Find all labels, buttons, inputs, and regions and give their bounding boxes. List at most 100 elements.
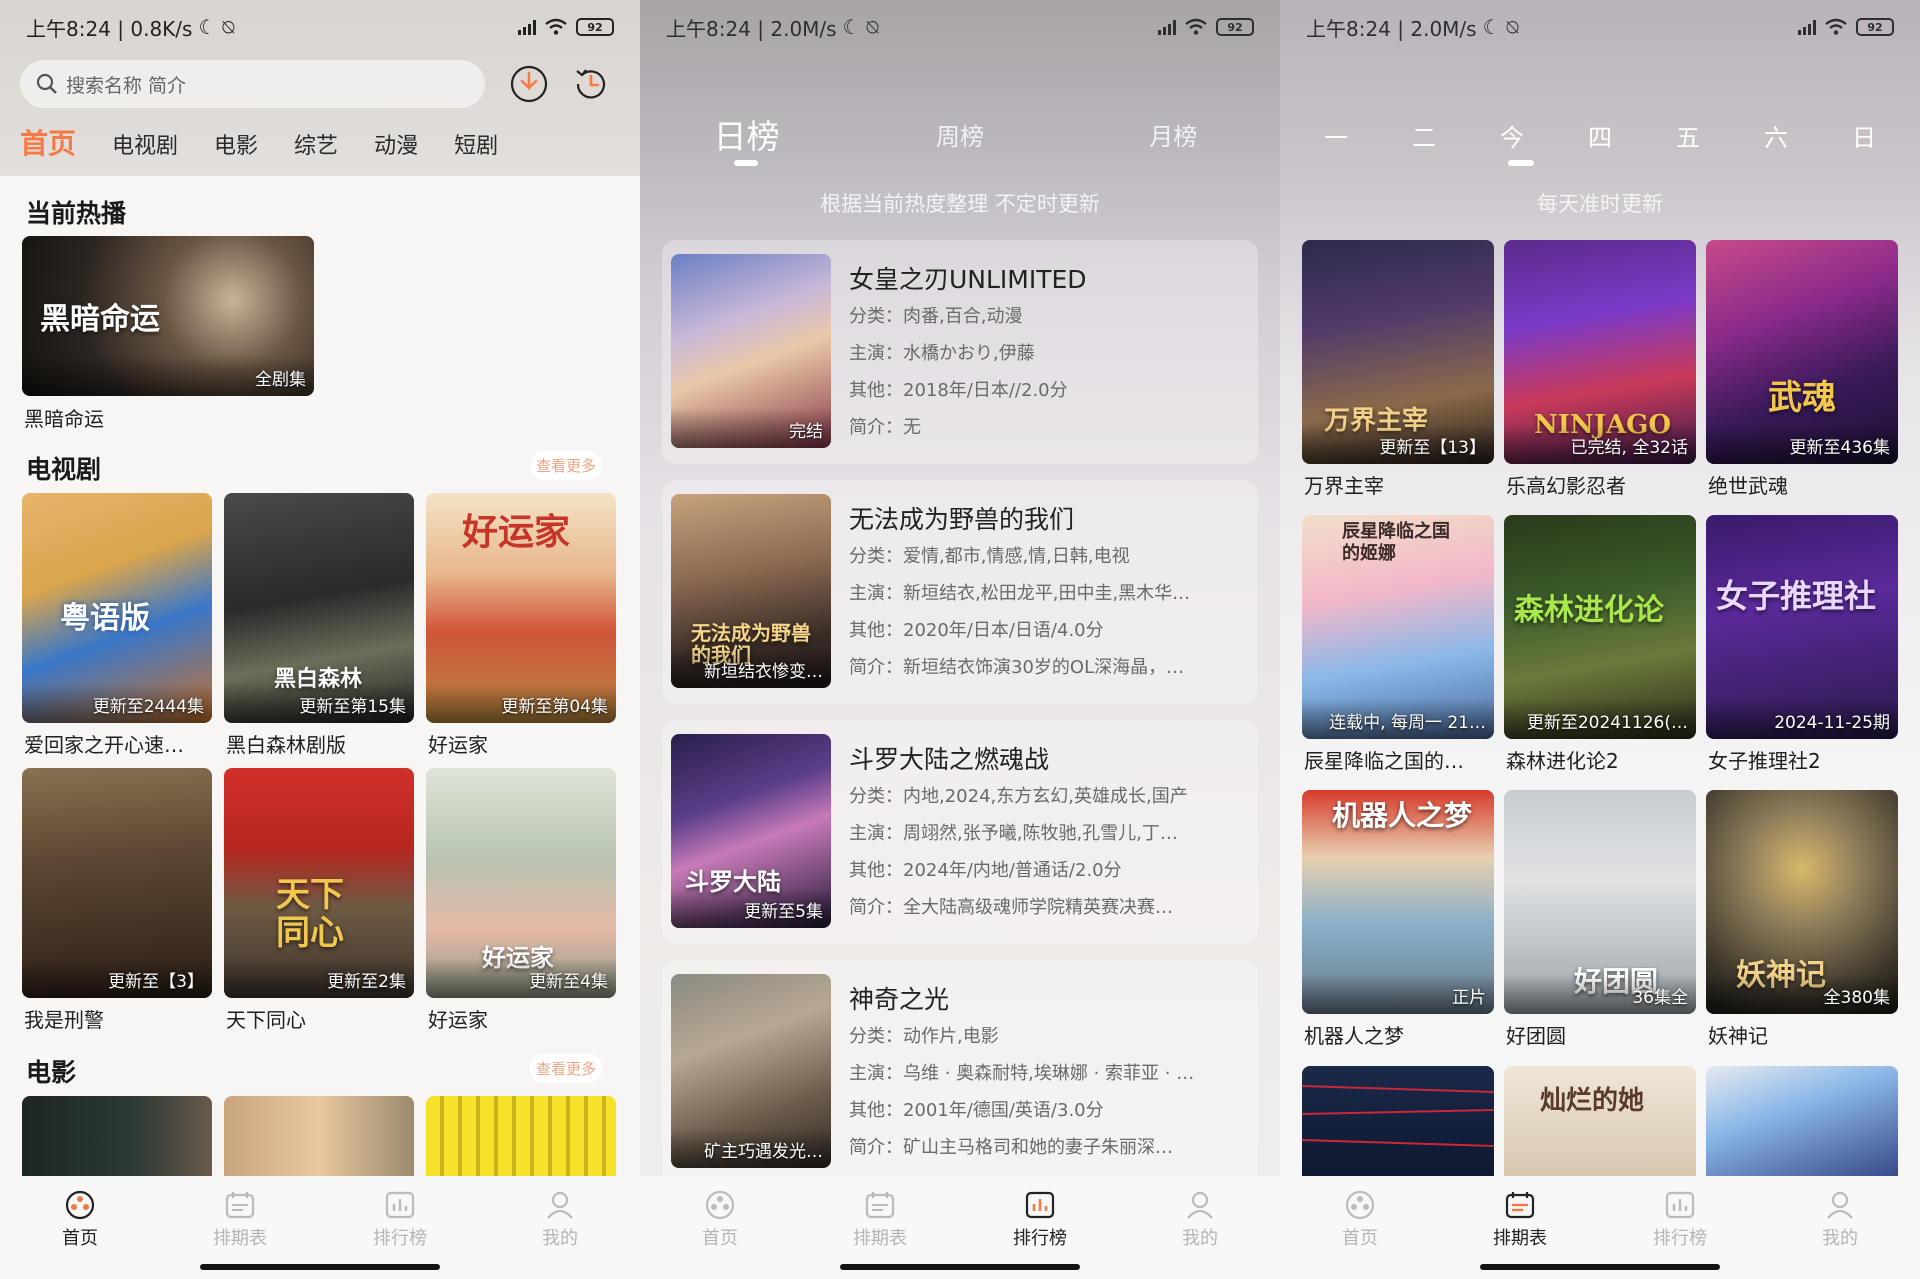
- tv-card[interactable]: 粤语版 更新至2444集 爱回家之开心速…: [22, 493, 212, 757]
- movie-section-title: 电影: [26, 1058, 77, 1087]
- card-cast: 主演：新垣结衣,松田龙平,田中圭,黑木华…: [849, 583, 1191, 604]
- signal-icon: [1158, 19, 1176, 35]
- status-badge: 更新至5集: [744, 902, 823, 922]
- schedule-card[interactable]: 好团圆 36集全 好团圆: [1504, 790, 1696, 1048]
- poster-title: 机器人之梦: [1332, 799, 1473, 832]
- card-category: 分类：动作片,电影: [849, 1026, 999, 1047]
- card-name: 黑白森林剧版: [226, 733, 346, 757]
- schedule-card[interactable]: NINJAGO 已完结, 全32话 乐高幻影忍者: [1504, 240, 1696, 498]
- schedule-poster[interactable]: [1706, 1066, 1898, 1176]
- schedule-card[interactable]: 机器人之梦 正片 机器人之梦: [1302, 790, 1494, 1048]
- status-bar: 上午8:24 | 0.8K/s ☾ ⍉ 92: [0, 0, 640, 54]
- poster-title: 森林进化论: [1514, 593, 1664, 628]
- card-name: 万界主宰: [1304, 474, 1384, 498]
- active-tab-indicator: [1508, 160, 1534, 166]
- card-other: 其他：2018年/日本//2.0分: [849, 380, 1068, 401]
- episode-badge: 全380集: [1823, 988, 1890, 1008]
- home-indicator[interactable]: [840, 1264, 1080, 1270]
- ranking-card[interactable]: 无法成为野兽的我们 新垣结衣惨变… 无法成为野兽的我们 分类：爱情,都市,情感,…: [662, 480, 1258, 704]
- card-name: 妖神记: [1708, 1024, 1768, 1048]
- schedule-card[interactable]: 妖神记 全380集 妖神记: [1706, 790, 1898, 1048]
- nav-home[interactable]: 首页: [640, 1176, 800, 1279]
- wifi-icon: [1825, 18, 1847, 35]
- tab-monthly[interactable]: 月榜: [1067, 110, 1280, 158]
- schedule-poster[interactable]: [1302, 1066, 1494, 1176]
- card-name: 机器人之梦: [1304, 1024, 1404, 1048]
- signal-icon: [1798, 19, 1816, 35]
- day-tab[interactable]: 二: [1404, 118, 1444, 153]
- schedule-card[interactable]: 武魂 更新至436集 绝世武魂: [1706, 240, 1898, 498]
- tab-tv[interactable]: 电视剧: [112, 128, 178, 160]
- tab-home[interactable]: 首页: [20, 122, 76, 162]
- episode-badge: 2024-11-25期: [1774, 713, 1890, 733]
- day-tab[interactable]: 五: [1668, 118, 1708, 153]
- nav-label: 我的: [1182, 1228, 1218, 1249]
- tv-card[interactable]: 好运家 更新至第04集 好运家: [426, 493, 616, 757]
- schedule-poster[interactable]: 灿烂的她: [1504, 1066, 1696, 1176]
- history-icon[interactable]: [570, 63, 612, 105]
- movie-poster[interactable]: [426, 1096, 616, 1176]
- movie-poster[interactable]: [224, 1096, 414, 1176]
- moon-icon: ☾: [198, 15, 217, 39]
- card-name: 我是刑警: [24, 1008, 104, 1032]
- schedule-screen: 上午8:24 | 2.0M/s ☾ ⍉ 92 一 二 今 四 五 六 日 每天准…: [1280, 0, 1920, 1279]
- poster-title: 女子推理社: [1716, 577, 1877, 615]
- calendar-icon: [865, 1192, 895, 1219]
- day-tab[interactable]: 日: [1844, 118, 1884, 153]
- tab-movie[interactable]: 电影: [214, 128, 258, 160]
- episode-badge: 更新至2集: [327, 972, 406, 992]
- card-title: 斗罗大陆之燃魂战: [849, 745, 1050, 774]
- schedule-card[interactable]: 万界主宰 更新至【13】 万界主宰: [1302, 240, 1494, 498]
- home-indicator[interactable]: [1480, 1264, 1720, 1270]
- poster-image: 机器人之梦 正片: [1302, 790, 1494, 1014]
- ranking-card[interactable]: 完结 女皇之刃UNLIMITED 分类：肉番,百合,动漫 主演：水橋かおり,伊藤…: [662, 240, 1258, 464]
- nav-me[interactable]: 我的: [1760, 1176, 1920, 1279]
- episode-badge: 更新至【13】: [1379, 438, 1486, 458]
- card-other: 其他：2020年/日本/日语/4.0分: [849, 620, 1104, 641]
- tv-card[interactable]: 黑白森林 更新至第15集 黑白森林剧版: [224, 493, 414, 757]
- tv-card[interactable]: 天下同心 更新至2集 天下同心: [224, 768, 414, 1032]
- day-tab[interactable]: 今: [1492, 118, 1532, 153]
- schedule-card[interactable]: 女子推理社 2024-11-25期 女子推理社2: [1706, 515, 1898, 773]
- status-time: 上午8:24 | 2.0M/s: [666, 16, 837, 41]
- tab-variety[interactable]: 综艺: [294, 128, 338, 160]
- tab-weekly[interactable]: 周榜: [853, 110, 1066, 158]
- episode-badge: 更新至2444集: [92, 697, 204, 717]
- card-title: 女皇之刃UNLIMITED: [849, 265, 1087, 294]
- episode-badge: 更新至【3】: [108, 972, 204, 992]
- film-reel-icon: [65, 1190, 95, 1220]
- day-tab[interactable]: 六: [1756, 118, 1796, 153]
- schedule-card[interactable]: 森林进化论 更新至20241126(… 森林进化论2: [1504, 515, 1696, 773]
- download-icon[interactable]: [508, 63, 550, 105]
- nav-home[interactable]: 首页: [0, 1176, 160, 1279]
- ranking-tabs: 日榜 周榜 月榜: [640, 110, 1280, 158]
- day-tab[interactable]: 一: [1316, 118, 1356, 153]
- home-indicator[interactable]: [200, 1264, 440, 1270]
- nav-label: 排期表: [1493, 1228, 1547, 1249]
- ranking-card[interactable]: 斗罗大陆 更新至5集 斗罗大陆之燃魂战 分类：内地,2024,东方玄幻,英雄成长…: [662, 720, 1258, 944]
- ranking-screen: 上午8:24 | 2.0M/s ☾ ⍉ 92 日榜 周榜 月榜 根据当前热度整理…: [640, 0, 1280, 1279]
- schedule-card[interactable]: 辰星降临之国的姬娜 连载中, 每周一 21… 辰星降临之国的…: [1302, 515, 1494, 773]
- tv-card[interactable]: 更新至【3】 我是刑警: [22, 768, 212, 1032]
- home-screen: 上午8:24 | 0.8K/s ☾ ⍉ 92 搜索名称 简介 首页 电视剧 电影…: [0, 0, 640, 1279]
- nav-home[interactable]: 首页: [1280, 1176, 1440, 1279]
- status-bar: 上午8:24 | 2.0M/s ☾ ⍉ 92: [1280, 0, 1920, 54]
- search-input[interactable]: 搜索名称 简介: [20, 60, 485, 108]
- bell-muted-icon: ⍉: [1506, 15, 1519, 39]
- tab-daily[interactable]: 日榜: [640, 110, 853, 158]
- now-playing-card[interactable]: 黑暗命运 全剧集 黑暗命运: [22, 236, 314, 431]
- ranking-card[interactable]: 矿主巧遇发光… 神奇之光 分类：动作片,电影 主演：乌维 · 奥森耐特,埃琳娜 …: [662, 960, 1258, 1184]
- tv-more-link[interactable]: 查看更多: [529, 451, 602, 480]
- battery-icon: 92: [576, 18, 614, 36]
- card-other: 其他：2024年/内地/普通话/2.0分: [849, 860, 1122, 881]
- nav-me[interactable]: 我的: [480, 1176, 640, 1279]
- movie-more-link[interactable]: 查看更多: [529, 1054, 602, 1083]
- tab-anime[interactable]: 动漫: [374, 128, 418, 160]
- tab-short[interactable]: 短剧: [454, 128, 498, 160]
- movie-poster[interactable]: [22, 1096, 212, 1176]
- card-name: 辰星降临之国的…: [1304, 749, 1464, 773]
- day-tab[interactable]: 四: [1580, 118, 1620, 153]
- tv-card[interactable]: 好运家 更新至4集 好运家: [426, 768, 616, 1032]
- poster-title: 好运家: [462, 511, 571, 553]
- nav-me[interactable]: 我的: [1120, 1176, 1280, 1279]
